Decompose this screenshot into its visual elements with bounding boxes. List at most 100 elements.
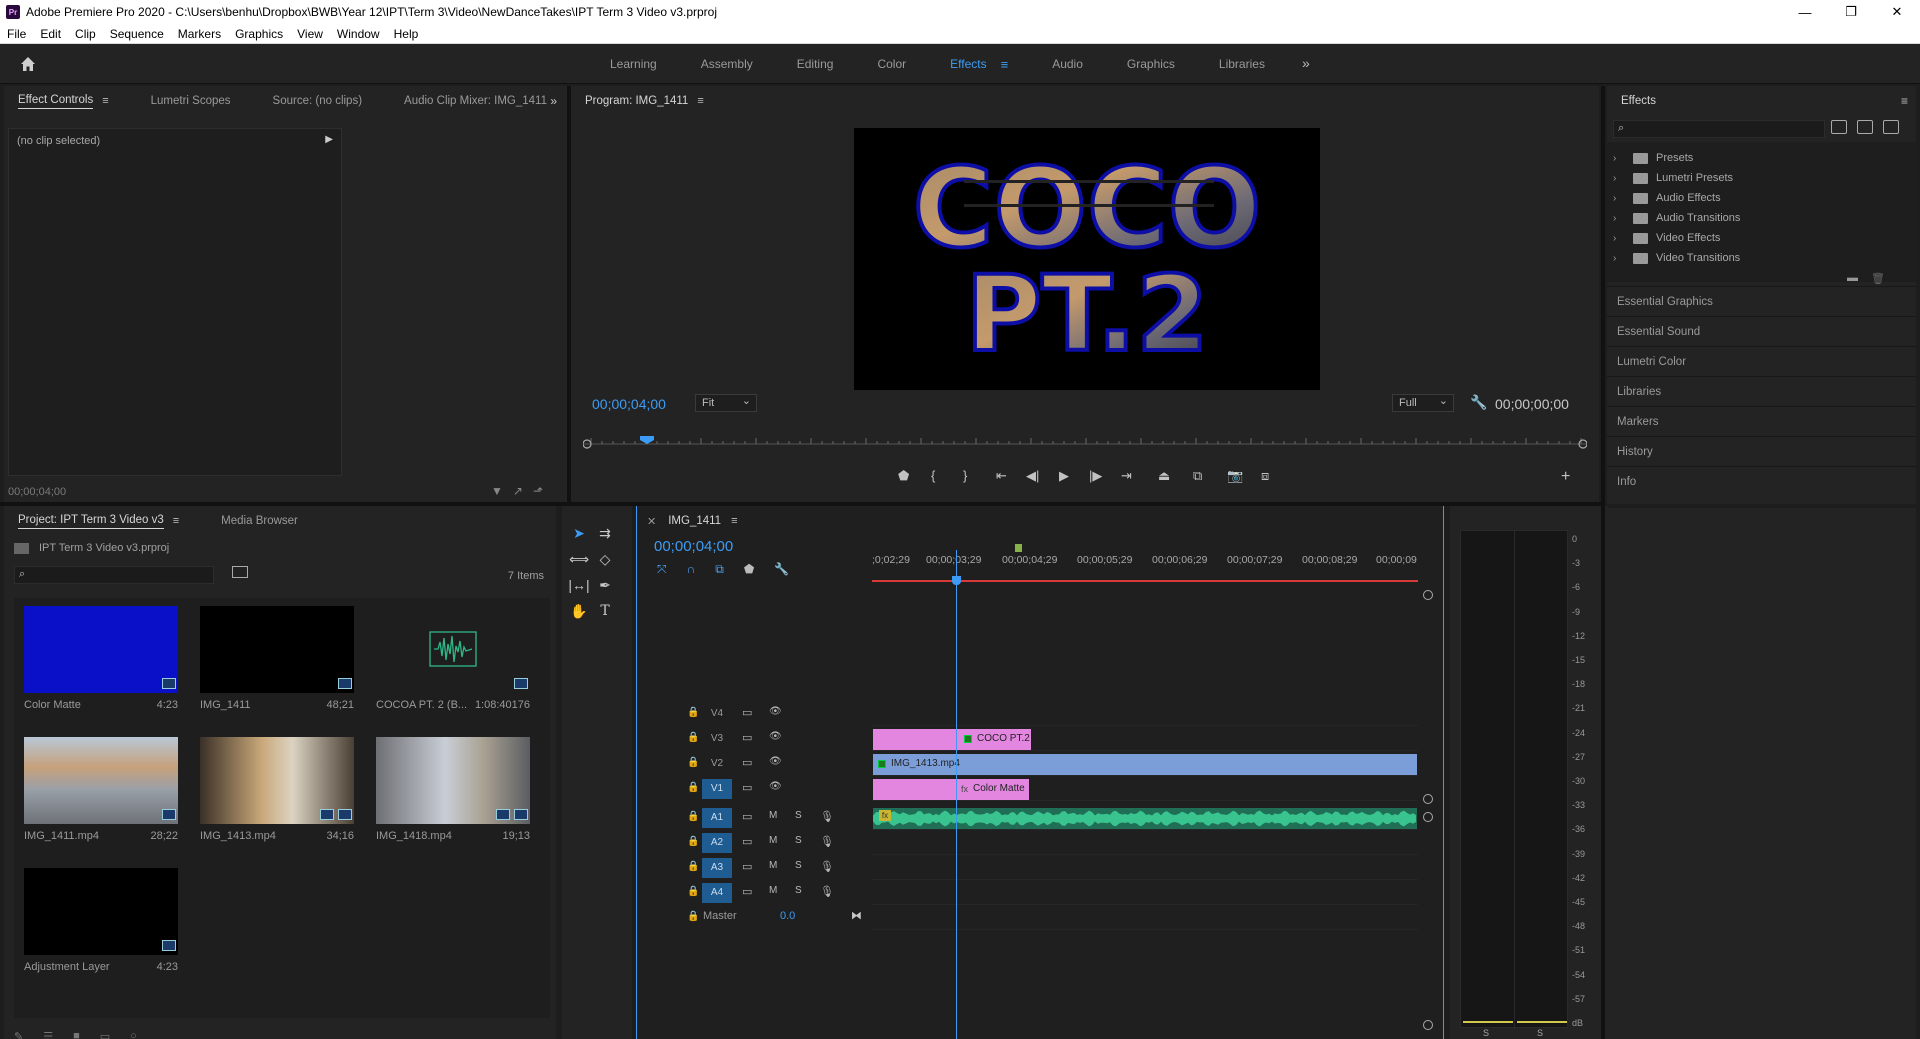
track-target-v3[interactable]: V3 — [702, 729, 732, 749]
sync-lock-icon[interactable]: ▭ — [742, 731, 752, 744]
chevron-right-icon[interactable]: › — [1613, 173, 1627, 184]
scroll-handle-bottom[interactable] — [1423, 1020, 1433, 1030]
sync-lock-icon[interactable]: ▭ — [742, 885, 752, 898]
workspace-learning[interactable]: Learning — [610, 57, 657, 71]
clip-img-1413[interactable]: IMG_1413.mp4 — [873, 754, 1417, 775]
timeline-timecode[interactable]: 00;00;04;00 — [654, 538, 733, 555]
sync-lock-icon[interactable]: ▭ — [742, 860, 752, 873]
type-tool-icon[interactable]: T — [594, 600, 616, 622]
chevron-right-icon[interactable]: › — [1613, 253, 1627, 264]
lock-icon[interactable]: 🔒 — [687, 861, 699, 872]
play-icon[interactable]: ▶ — [1059, 468, 1069, 484]
track-target-a3[interactable]: A3 — [702, 858, 732, 878]
zoom-slider-icon[interactable]: ○ — [130, 1030, 137, 1039]
lock-icon[interactable]: 🔒 — [687, 707, 699, 718]
clip-color-matte[interactable]: fx Color Matte — [959, 779, 1029, 800]
menu-view[interactable]: View — [290, 27, 330, 41]
master-volume-value[interactable]: 0.0 — [780, 910, 795, 922]
effects-menu-icon[interactable]: ≡ — [1901, 94, 1908, 108]
sync-lock-icon[interactable]: ▭ — [742, 756, 752, 769]
solo-right-button[interactable]: S — [1537, 1028, 1543, 1038]
effects-item-presets[interactable]: › Presets — [1607, 148, 1916, 168]
settings-wrench-icon[interactable]: 🔧 — [1470, 394, 1487, 411]
button-editor-plus-icon[interactable]: + — [1561, 468, 1570, 486]
freeform-view-icon[interactable]: ▭ — [100, 1030, 110, 1039]
sync-lock-icon[interactable]: ▭ — [742, 706, 752, 719]
menu-clip[interactable]: Clip — [68, 27, 103, 41]
section-essential-graphics[interactable]: Essential Graphics — [1607, 286, 1916, 316]
tab-source[interactable]: Source: (no clips) — [273, 95, 362, 107]
solo-button[interactable]: S — [795, 810, 802, 821]
timeline-marker[interactable] — [1015, 544, 1022, 552]
panel-divider[interactable] — [0, 502, 1605, 506]
write-protect-icon[interactable]: ✎ — [14, 1030, 23, 1039]
workspace-editing[interactable]: Editing — [797, 57, 834, 71]
tab-audio-clip-mixer[interactable]: Audio Clip Mixer: IMG_1411 — [404, 95, 547, 107]
play-arrow-icon[interactable]: ▶ — [325, 134, 333, 145]
lock-icon[interactable]: 🔒 — [687, 782, 699, 793]
lock-icon[interactable]: 🔒 — [687, 732, 699, 743]
project-search-input[interactable]: ⌕ — [14, 566, 214, 584]
scroll-handle-mid[interactable] — [1423, 794, 1433, 804]
tab-project[interactable]: Project: IPT Term 3 Video v3 ≡ — [18, 514, 179, 529]
pen-tool-icon[interactable]: ✒ — [594, 574, 616, 596]
close-sequence-icon[interactable]: ✕ — [647, 515, 656, 528]
sync-lock-icon[interactable]: ▭ — [742, 781, 752, 794]
menu-markers[interactable]: Markers — [171, 27, 228, 41]
track-target-a2[interactable]: A2 — [702, 833, 732, 853]
program-menu-icon[interactable]: ≡ — [697, 95, 703, 107]
section-libraries[interactable]: Libraries — [1607, 376, 1916, 406]
eye-icon[interactable]: 👁 — [769, 731, 782, 742]
tab-lumetri-scopes[interactable]: Lumetri Scopes — [151, 95, 231, 107]
zoom-fit-select[interactable]: Fit — [695, 393, 757, 412]
hand-tool-icon[interactable]: ✋ — [568, 600, 590, 622]
go-to-in-icon[interactable]: ⇤ — [996, 468, 1007, 484]
tab-media-browser[interactable]: Media Browser — [221, 515, 298, 527]
export-frame-camera-icon[interactable]: 📷 — [1227, 468, 1243, 484]
program-playhead-timecode[interactable]: 00;00;04;00 — [592, 396, 666, 412]
track-target-a4[interactable]: A4 — [702, 883, 732, 903]
mute-button[interactable]: M — [769, 810, 777, 821]
microphone-icon[interactable]: 🎙 — [820, 885, 834, 898]
project-item-img-1411-mp4[interactable]: IMG_1411.mp4 28;22 — [14, 729, 190, 860]
panel-menu-icon[interactable]: ≡ — [102, 95, 108, 107]
workspace-effects[interactable]: Effects ≡ — [950, 57, 1008, 72]
track-target-a1[interactable]: A1 — [702, 808, 732, 828]
workspace-libraries[interactable]: Libraries — [1219, 57, 1265, 71]
solo-left-button[interactable]: S — [1483, 1028, 1489, 1038]
chevron-right-icon[interactable]: › — [1613, 193, 1627, 204]
ripple-edit-tool-icon[interactable]: ⟺ — [568, 548, 590, 570]
track-select-tool-icon[interactable]: ⇉ — [594, 522, 616, 544]
slip-tool-icon[interactable]: |↔| — [568, 574, 590, 596]
more-workspaces-icon[interactable]: » — [1302, 55, 1310, 71]
mute-button[interactable]: M — [769, 860, 777, 871]
track-lane-master[interactable] — [872, 906, 1418, 930]
section-history[interactable]: History — [1607, 436, 1916, 466]
tab-program[interactable]: Program: IMG_1411 ≡ — [585, 95, 704, 107]
chevron-right-icon[interactable]: › — [1613, 153, 1627, 164]
chevron-right-icon[interactable]: › — [1613, 213, 1627, 224]
workspace-assembly[interactable]: Assembly — [701, 57, 753, 71]
microphone-icon[interactable]: 🎙 — [820, 860, 834, 873]
microphone-icon[interactable]: 🎙 — [820, 835, 834, 848]
lock-icon[interactable]: 🔒 — [687, 757, 699, 768]
restore-button[interactable]: ❐ — [1828, 0, 1874, 24]
timeline-playhead[interactable] — [956, 550, 957, 1039]
workspace-menu-icon[interactable]: ≡ — [1001, 57, 1009, 72]
playhead-handle[interactable] — [952, 576, 961, 585]
project-item-cocoa-audio[interactable]: COCOA PT. 2 (B... 1:08:40176 — [366, 598, 542, 729]
track-target-v1[interactable]: V1 — [702, 779, 732, 799]
eye-icon[interactable]: 👁 — [769, 706, 782, 717]
scroll-handle-audio[interactable] — [1423, 812, 1433, 822]
effects-item-audio-transitions[interactable]: › Audio Transitions — [1607, 208, 1916, 228]
clip-audio-a1[interactable]: fx — [873, 808, 1417, 829]
section-lumetri-color[interactable]: Lumetri Color — [1607, 346, 1916, 376]
32bit-effects-icon[interactable] — [1857, 120, 1873, 134]
sync-lock-icon[interactable]: ▭ — [742, 810, 752, 823]
minimize-button[interactable]: — — [1782, 0, 1828, 24]
delete-icon[interactable]: 🗑 — [1871, 272, 1885, 285]
panel-overflow-icon[interactable]: » — [550, 94, 557, 108]
export-frame-icon[interactable]: ↗ — [513, 484, 523, 498]
filter-icon[interactable]: ▼ — [491, 484, 503, 498]
section-essential-sound[interactable]: Essential Sound — [1607, 316, 1916, 346]
